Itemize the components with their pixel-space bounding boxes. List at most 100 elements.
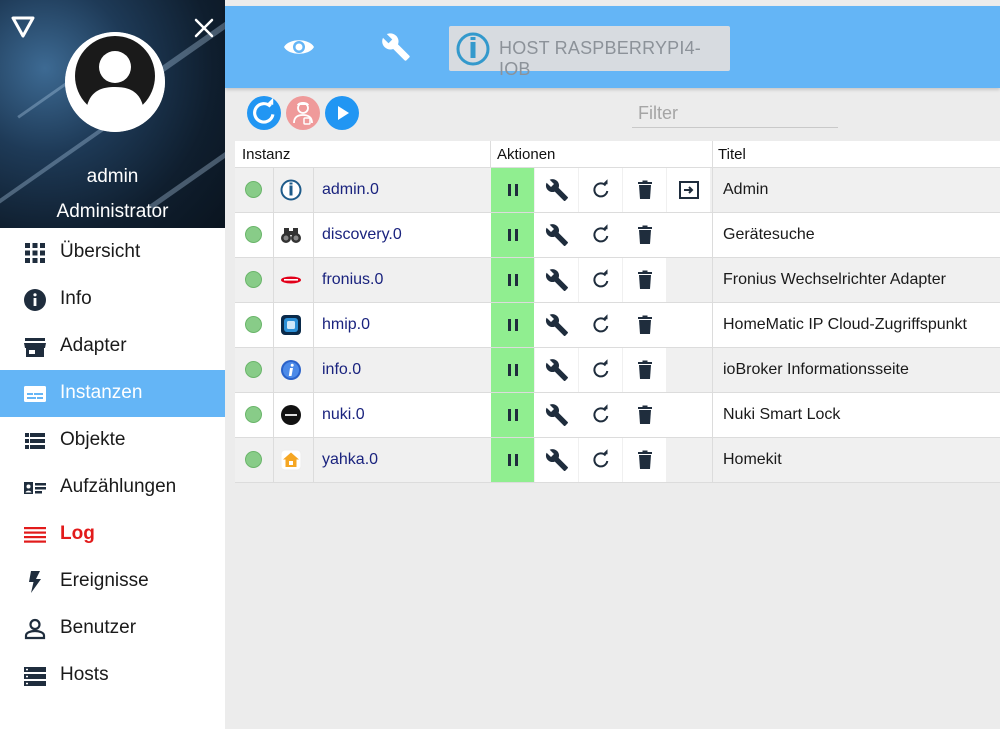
wrench-icon[interactable] [381, 32, 411, 62]
sidebar-item-hosts[interactable]: Hosts [0, 652, 225, 699]
delete-button[interactable] [623, 258, 666, 302]
refresh-icon [253, 97, 275, 124]
adapter-icon-cell [274, 168, 314, 212]
status-indicator [245, 181, 262, 198]
settings-button[interactable] [535, 213, 578, 257]
start-all-button[interactable] [325, 96, 359, 130]
expert-mode-button[interactable] [286, 96, 320, 130]
delete-button[interactable] [623, 438, 666, 482]
trash-icon [638, 360, 652, 379]
delete-button[interactable] [623, 213, 666, 257]
settings-button[interactable] [535, 258, 578, 302]
refresh-icon [593, 224, 609, 243]
instance-name[interactable]: admin.0 [322, 181, 379, 199]
delete-button[interactable] [623, 168, 666, 212]
table-row[interactable]: admin.0 Admin [235, 168, 1000, 213]
pause-icon [508, 454, 518, 466]
hmip-logo-icon [281, 315, 301, 335]
server-icon [24, 667, 46, 686]
instances-icon [24, 386, 46, 402]
instance-name[interactable]: discovery.0 [322, 226, 402, 244]
instance-name[interactable]: yahka.0 [322, 451, 378, 469]
sidebar-item-label: Info [60, 288, 92, 309]
instance-title: Fronius Wechselrichter Adapter [723, 271, 946, 288]
restart-button[interactable] [579, 258, 622, 302]
row-actions [491, 393, 710, 437]
instance-name[interactable]: nuki.0 [322, 406, 365, 424]
delete-button[interactable] [623, 348, 666, 392]
open-web-button[interactable] [667, 168, 710, 212]
table-row[interactable]: discovery.0 Gerätesuche [235, 213, 1000, 258]
menu-triangle-icon[interactable] [10, 14, 36, 40]
table-row[interactable]: yahka.0 Homekit [235, 438, 1000, 483]
table-row[interactable]: info.0 ioBroker Informationsseite [235, 348, 1000, 393]
table-row[interactable]: hmip.0 HomeMatic IP Cloud-Zugriffspunkt [235, 303, 1000, 348]
apps-grid-icon [25, 243, 45, 263]
status-indicator [245, 406, 262, 423]
iobroker-logo-icon [280, 179, 302, 201]
instance-title: Homekit [723, 451, 782, 468]
restart-button[interactable] [579, 348, 622, 392]
table-row[interactable]: nuki.0 Nuki Smart Lock [235, 393, 1000, 438]
instance-name[interactable]: fronius.0 [322, 271, 383, 289]
filter-input[interactable] [632, 100, 838, 128]
sidebar-item-uebersicht[interactable]: Übersicht [0, 229, 225, 276]
pause-button[interactable] [491, 348, 534, 392]
sidebar-item-aufzaehlungen[interactable]: Aufzählungen [0, 464, 225, 511]
instance-title: ioBroker Informationsseite [723, 361, 909, 378]
refresh-icon [593, 314, 609, 333]
sidebar-item-label: Hosts [60, 664, 109, 685]
instance-name[interactable]: hmip.0 [322, 316, 370, 334]
delete-button[interactable] [623, 303, 666, 347]
column-header-actions: Aktionen [497, 146, 556, 163]
settings-button[interactable] [535, 168, 578, 212]
row-actions [491, 438, 710, 482]
eye-icon[interactable] [283, 34, 315, 60]
column-header-instance: Instanz [242, 146, 291, 163]
sidebar-item-label: Log [60, 523, 95, 544]
wrench-icon [545, 269, 568, 291]
sidebar-item-objekte[interactable]: Objekte [0, 417, 225, 464]
sidebar-item-label: Adapter [60, 335, 127, 356]
person-icon [24, 618, 46, 640]
sidebar-item-label: Instanzen [60, 382, 143, 403]
refresh-button[interactable] [247, 96, 281, 130]
pause-button[interactable] [491, 303, 534, 347]
wrench-icon [545, 359, 568, 381]
table-row[interactable]: fronius.0 Fronius Wechselrichter Adapter [235, 258, 1000, 303]
refresh-icon [593, 179, 609, 198]
restart-button[interactable] [579, 168, 622, 212]
sidebar-item-log[interactable]: Log [0, 511, 225, 558]
sidebar-item-benutzer[interactable]: Benutzer [0, 605, 225, 652]
settings-button[interactable] [535, 438, 578, 482]
pause-button[interactable] [491, 168, 534, 212]
restart-button[interactable] [579, 393, 622, 437]
pause-button[interactable] [491, 438, 534, 482]
settings-button[interactable] [535, 303, 578, 347]
sidebar-item-ereignisse[interactable]: Ereignisse [0, 558, 225, 605]
restart-button[interactable] [579, 213, 622, 257]
close-icon[interactable] [192, 16, 216, 40]
settings-button[interactable] [535, 393, 578, 437]
sidebar-item-info[interactable]: Info [0, 276, 225, 323]
instance-name[interactable]: info.0 [322, 361, 361, 379]
sidebar-nav: Übersicht Info Adapter Instanzen Objekte… [0, 229, 225, 699]
sidebar-item-adapter[interactable]: Adapter [0, 323, 225, 370]
restart-button[interactable] [579, 438, 622, 482]
row-actions [491, 168, 710, 212]
expert-user-icon [293, 102, 313, 125]
status-indicator [245, 316, 262, 333]
pause-button[interactable] [491, 393, 534, 437]
host-label: HOST RASPBERRYPI4-IOB [499, 38, 701, 79]
sidebar-item-label: Objekte [60, 429, 126, 450]
pause-button[interactable] [491, 213, 534, 257]
delete-button[interactable] [623, 393, 666, 437]
host-selector[interactable]: HOST RASPBERRYPI4-IOB [449, 26, 730, 79]
adapter-icon-cell [274, 438, 314, 482]
restart-button[interactable] [579, 303, 622, 347]
pause-icon [508, 319, 518, 331]
settings-button[interactable] [535, 348, 578, 392]
sidebar-item-instanzen[interactable]: Instanzen [0, 370, 225, 417]
sidebar-item-label: Ereignisse [60, 570, 149, 591]
pause-button[interactable] [491, 258, 534, 302]
